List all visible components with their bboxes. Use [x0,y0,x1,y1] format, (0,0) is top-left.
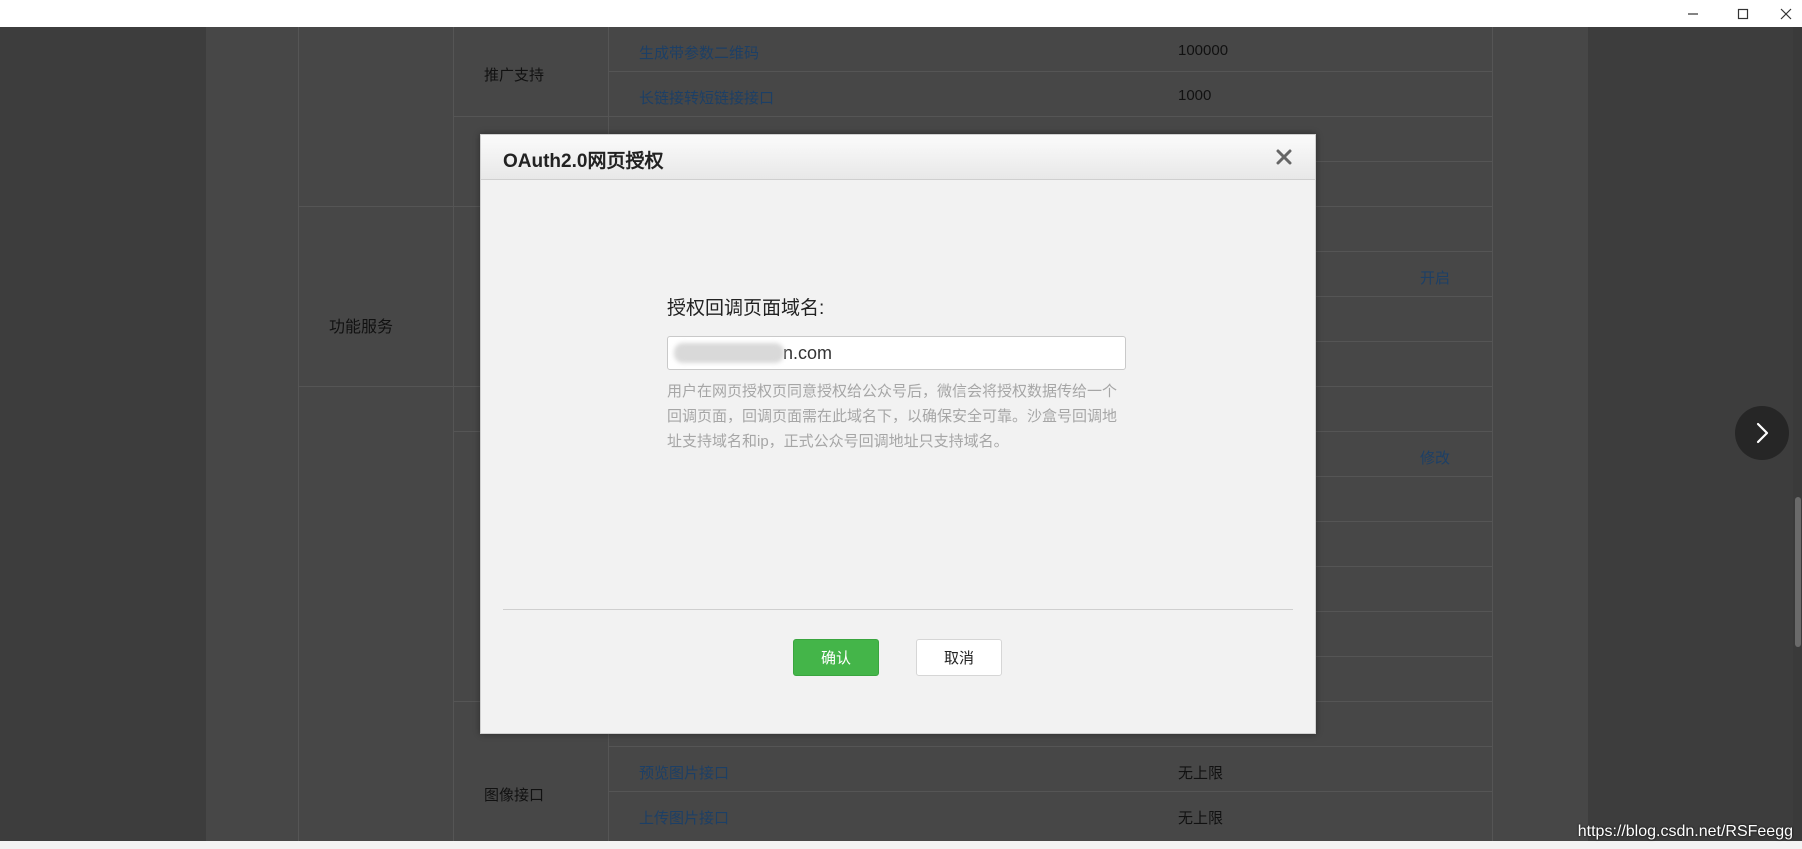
table-row-value: 无上限 [1178,765,1224,782]
table-row-value: 无上限 [1178,810,1224,827]
watermark: https://blog.csdn.net/RSFeegg [1577,823,1793,840]
chevron-right-icon[interactable] [1735,406,1789,460]
minimize-icon[interactable] [1670,0,1716,27]
subcategory-label: 图像接口 [484,787,545,804]
table-row-value: 100000 [1178,42,1229,59]
dialog-title: OAuth2.0网页授权 [503,151,664,172]
cancel-button[interactable]: 取消 [916,639,1002,676]
subcategory-label: 推广支持 [484,67,545,84]
redacted-blur [674,343,784,363]
scrollbar[interactable] [1793,27,1802,841]
close-icon[interactable] [1273,146,1295,168]
help-text: 用户在网页授权页同意授权给公众号后，微信会将授权数据传给一个回调页面，回调页面需… [667,383,1118,450]
category-label: 功能服务 [329,319,394,336]
callback-domain-label: 授权回调页面域名: [667,298,825,319]
window-close-icon[interactable] [1770,0,1802,27]
table-row-link[interactable]: 长链接转短链接接口 [639,87,774,108]
bottom-bar [0,841,1802,849]
table-row-link[interactable]: 预览图片接口 [639,762,729,783]
dialog-header: OAuth2.0网页授权 [481,135,1315,180]
dialog-divider [503,609,1293,610]
window-titlebar [0,0,1802,27]
modify-link[interactable]: 修改 [1420,447,1450,468]
table-row-value: 1000 [1178,87,1212,104]
confirm-button[interactable]: 确认 [793,639,879,676]
oauth-dialog: OAuth2.0网页授权 授权回调页面域名: 用户在网页授权页同意授权给公众号后… [480,134,1316,734]
table-row-link[interactable]: 上传图片接口 [639,807,729,828]
enable-link[interactable]: 开启 [1420,267,1450,288]
table-row-link[interactable]: 生成带参数二维码 [639,42,759,63]
scrollbar-thumb[interactable] [1795,497,1801,647]
maximize-icon[interactable] [1720,0,1766,27]
